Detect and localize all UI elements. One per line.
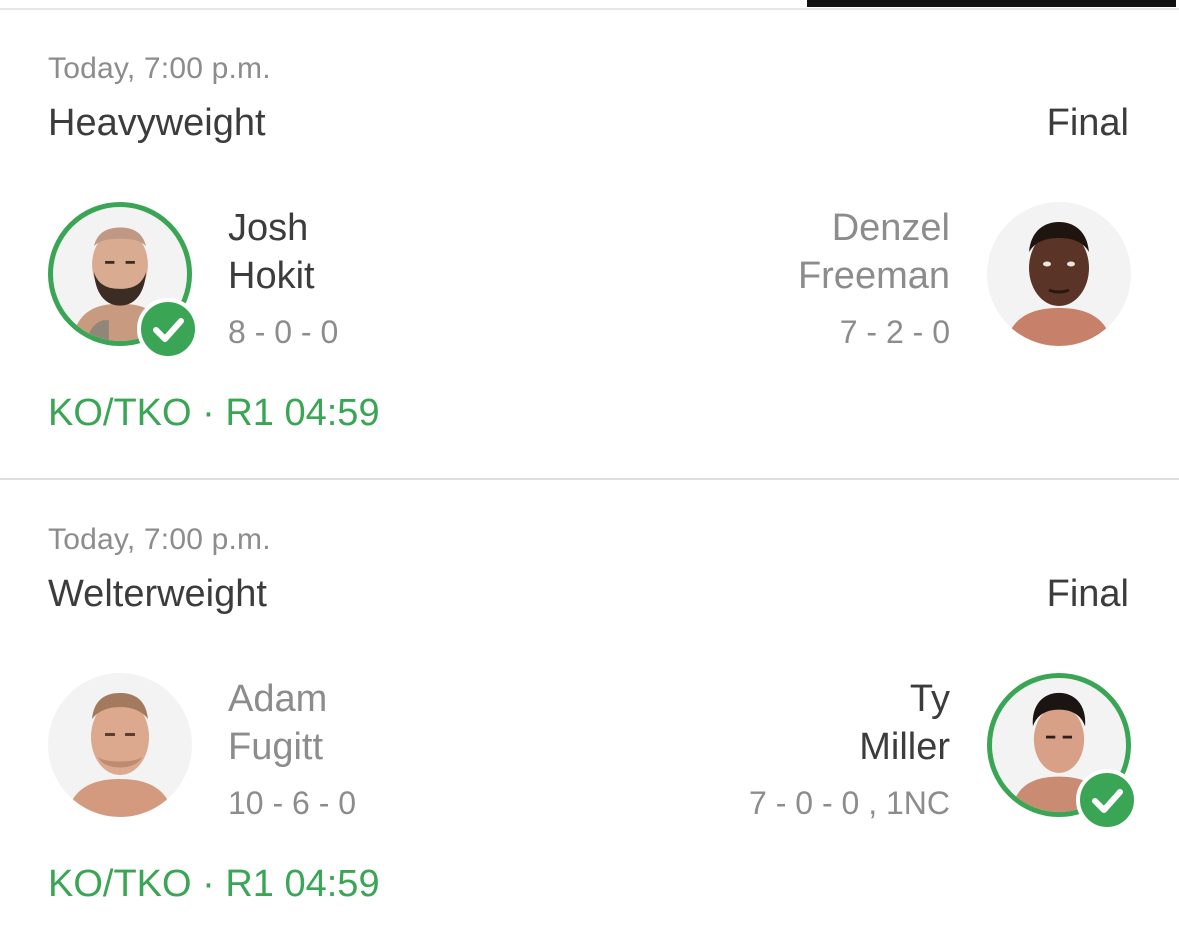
fighter-portrait bbox=[1005, 222, 1113, 346]
fight-time: Today, 7:00 p.m. bbox=[48, 52, 271, 85]
fighter-first-name: Denzel bbox=[831, 207, 950, 249]
fighter-record: 8 - 0 - 0 bbox=[228, 314, 339, 350]
fighter-portrait bbox=[66, 693, 174, 817]
weight-class: Heavyweight bbox=[48, 102, 266, 144]
fighter-record: 10 - 6 - 0 bbox=[228, 785, 357, 821]
fight-results-page: Today, 7:00 p.m. Heavyweight Final Josh … bbox=[0, 0, 1179, 945]
fight-status: Final bbox=[1046, 573, 1129, 615]
fight-card[interactable]: Today, 7:00 p.m. Welterweight Final Adam… bbox=[0, 481, 1179, 945]
fighter-record: 7 - 2 - 0 bbox=[839, 314, 950, 350]
fighter-first-name: Adam bbox=[228, 678, 328, 720]
fighter-avatar-right[interactable] bbox=[987, 202, 1131, 346]
fighter-first-name: Ty bbox=[909, 678, 950, 720]
fighter-last-name: Hokit bbox=[228, 255, 315, 297]
fight-card[interactable]: Today, 7:00 p.m. Heavyweight Final Josh … bbox=[0, 10, 1179, 480]
winner-checkmark-icon bbox=[137, 298, 199, 360]
fight-status: Final bbox=[1046, 102, 1129, 144]
fight-time: Today, 7:00 p.m. bbox=[48, 523, 271, 556]
fighter-first-name: Josh bbox=[228, 207, 309, 249]
fight-result: KO/TKO · R1 04:59 bbox=[48, 392, 380, 434]
fight-result: KO/TKO · R1 04:59 bbox=[48, 863, 380, 905]
fighter-last-name: Freeman bbox=[797, 255, 950, 297]
fighter-record: 7 - 0 - 0 , 1NC bbox=[749, 785, 950, 821]
winner-checkmark-icon bbox=[1076, 769, 1138, 831]
fighter-avatar-left[interactable] bbox=[48, 673, 192, 817]
weight-class: Welterweight bbox=[48, 573, 267, 615]
fighter-last-name: Miller bbox=[859, 726, 950, 768]
tab-bar bbox=[0, 0, 1179, 10]
active-tab-indicator bbox=[807, 0, 1176, 7]
fighter-last-name: Fugitt bbox=[228, 726, 324, 768]
